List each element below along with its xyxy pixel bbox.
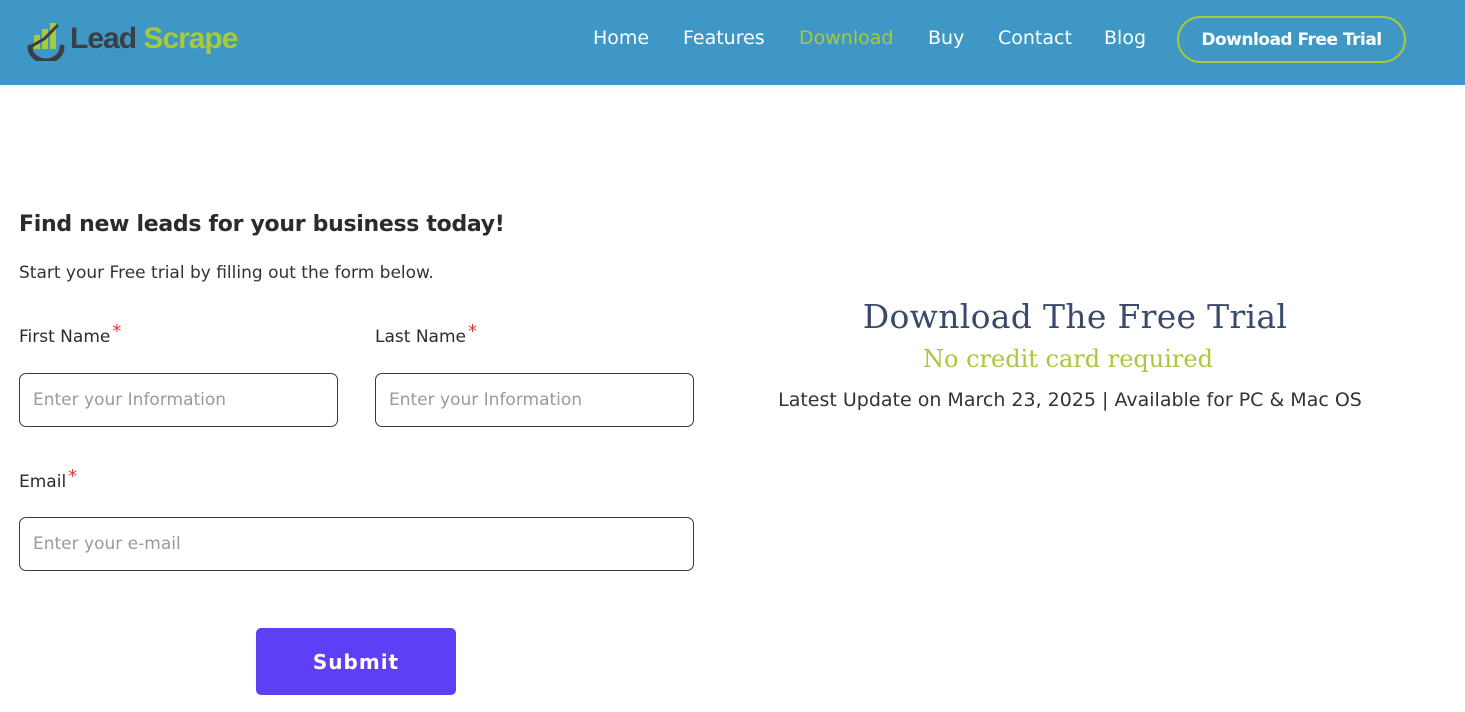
form-title: Find new leads for your business today!: [19, 212, 505, 237]
first-name-label-text: First Name: [19, 327, 111, 347]
nav-blog[interactable]: Blog: [1104, 27, 1146, 49]
logo-text: Lead Scrape: [70, 22, 238, 56]
required-mark: *: [112, 321, 122, 342]
download-subtitle: No credit card required: [923, 345, 1213, 373]
site-header: Lead Scrape Home Features Download Buy C…: [0, 0, 1465, 85]
nav-download[interactable]: Download: [799, 27, 893, 49]
logo-scrape-text: Scrape: [143, 22, 238, 55]
email-label: Email *: [19, 466, 77, 492]
first-name-input[interactable]: [19, 373, 338, 427]
logo-chart-icon: [27, 23, 65, 61]
required-mark: *: [68, 466, 78, 487]
logo[interactable]: Lead Scrape: [24, 16, 244, 62]
download-free-trial-button[interactable]: Download Free Trial: [1177, 16, 1406, 63]
nav-home[interactable]: Home: [593, 27, 649, 49]
update-info: Latest Update on March 23, 2025 | Availa…: [778, 389, 1362, 411]
last-name-label-text: Last Name: [375, 327, 466, 347]
nav-contact[interactable]: Contact: [998, 27, 1072, 49]
first-name-label: First Name *: [19, 321, 121, 347]
last-name-label: Last Name *: [375, 321, 477, 347]
download-title: Download The Free Trial: [862, 297, 1288, 336]
logo-lead-text: Lead: [70, 22, 137, 55]
nav-buy[interactable]: Buy: [928, 27, 964, 49]
form-subtitle: Start your Free trial by filling out the…: [19, 263, 434, 283]
email-label-text: Email: [19, 472, 67, 492]
submit-button[interactable]: Submit: [256, 628, 456, 695]
last-name-input[interactable]: [375, 373, 694, 427]
email-input[interactable]: [19, 517, 694, 571]
nav-features[interactable]: Features: [683, 27, 765, 49]
required-mark: *: [467, 321, 477, 342]
